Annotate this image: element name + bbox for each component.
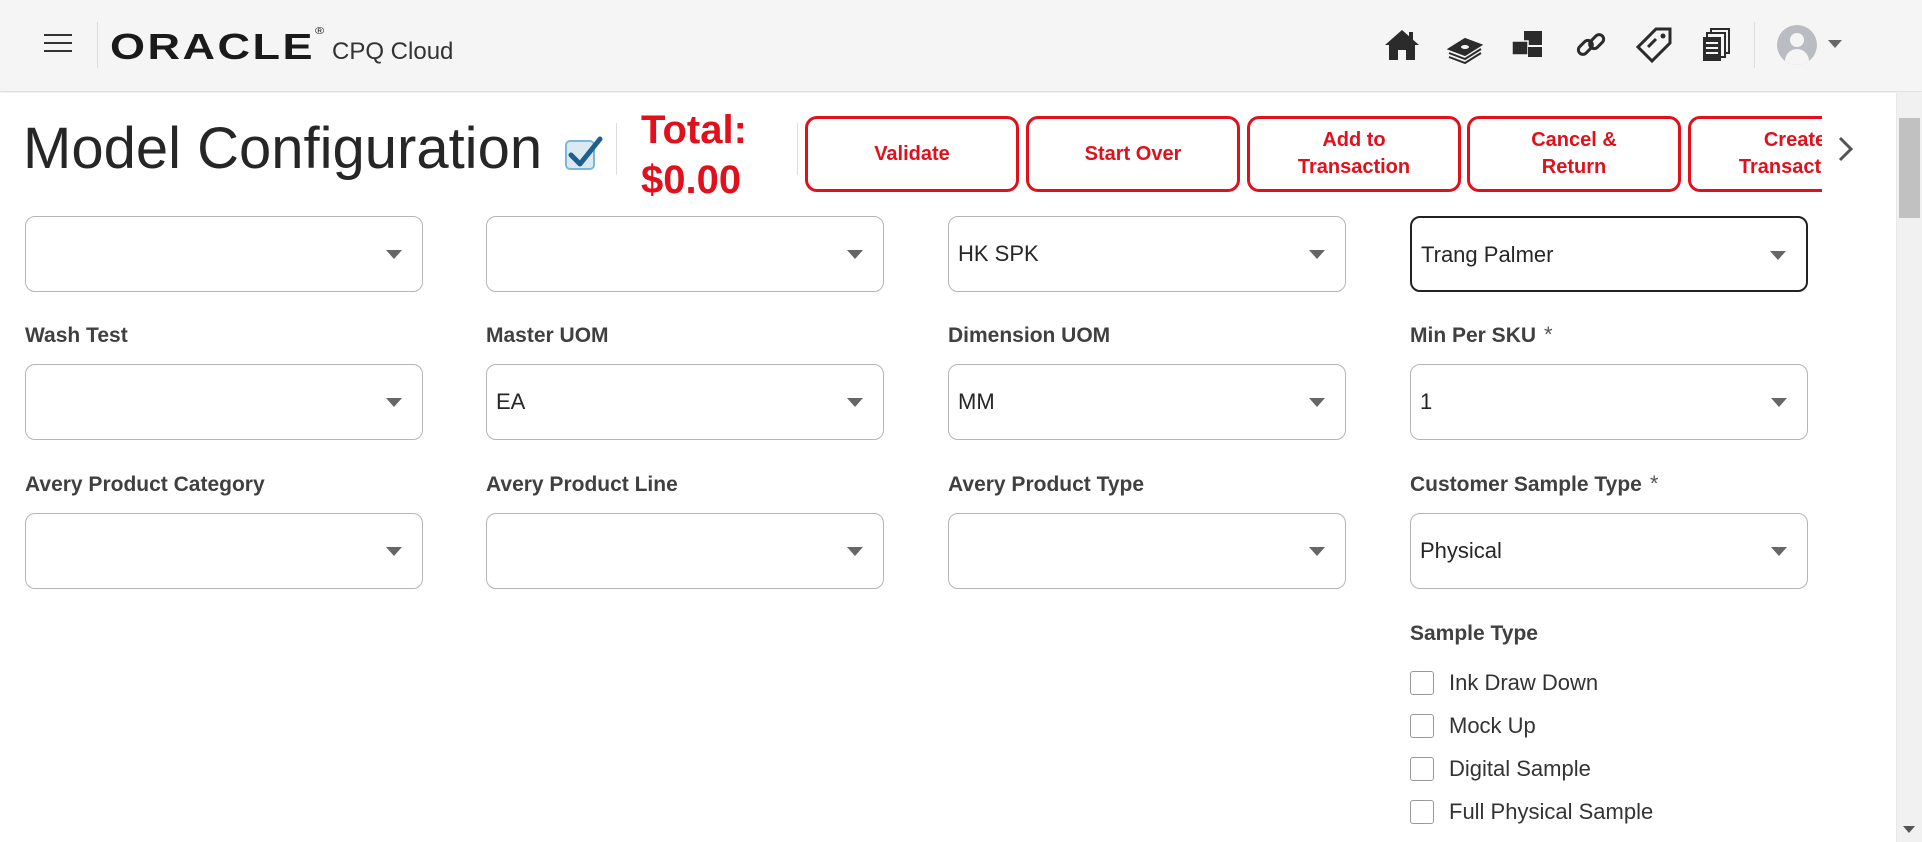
checkbox-mock-up[interactable]: Mock Up [1410,713,1536,739]
avery-product-type-label: Avery Product Type [948,473,1145,496]
select-field[interactable] [486,216,884,292]
chevron-down-icon [1309,250,1325,259]
documents-icon[interactable] [1685,20,1748,70]
hamburger-menu-icon[interactable] [44,34,72,54]
select-value: 1 [1420,389,1433,414]
total-label: Total: [641,108,747,152]
scrollbar-thumb[interactable] [1899,118,1920,218]
sample-type-label: Sample Type [1410,622,1538,645]
customer-sample-type-label: Customer Sample Type * [1410,471,1659,496]
avery-product-category-select[interactable] [25,513,423,589]
chevron-down-icon [1309,398,1325,407]
divider [797,123,798,175]
required-marker: * [1649,471,1659,496]
avery-product-category-label: Avery Product Category [25,473,265,496]
select-value: Physical [1420,538,1502,563]
chevron-down-icon [386,250,402,259]
chevron-right-icon[interactable] [1836,135,1856,163]
add-to-transaction-button[interactable]: Add to Transaction [1247,116,1461,192]
avery-product-type-select[interactable] [948,513,1346,589]
chevron-down-icon [847,547,863,556]
money-icon[interactable] [1433,20,1496,70]
total-display: Total: $0.00 [641,105,747,205]
title-row: Model Configuration Total: $0.00 Validat… [0,93,1922,205]
divider [97,22,98,68]
chevron-down-icon [1770,251,1786,260]
select-value: HK SPK [958,241,1039,266]
oracle-logo: ORACLE® [110,26,327,67]
home-icon[interactable] [1370,20,1433,70]
top-bar: ORACLE® CPQ Cloud [0,0,1922,92]
validate-button[interactable]: Validate [805,116,1019,192]
dimension-uom-select[interactable]: MM [948,364,1346,440]
products-icon[interactable] [1496,20,1559,70]
wash-test-label: Wash Test [25,324,128,347]
wash-test-select[interactable] [25,364,423,440]
total-value: $0.00 [641,158,742,202]
select-field-focused[interactable]: Trang Palmer [1410,216,1808,292]
chevron-down-icon [386,398,402,407]
chevron-down-icon [847,250,863,259]
divider [1754,22,1755,68]
chevron-down-icon[interactable] [1828,40,1842,48]
checkbox[interactable] [1410,714,1434,738]
checkbox[interactable] [1410,671,1434,695]
required-marker: * [1544,322,1553,347]
customer-sample-type-select[interactable]: Physical [1410,513,1808,589]
checkbox-full-physical-sample[interactable]: Full Physical Sample [1410,799,1653,825]
select-value: MM [958,389,995,414]
cancel-return-button[interactable]: Cancel & Return [1467,116,1681,192]
toolbar-icons [1370,20,1748,70]
tag-icon[interactable] [1622,20,1685,70]
avery-product-line-select[interactable] [486,513,884,589]
chevron-down-icon [847,398,863,407]
scroll-down-arrow-icon[interactable] [1903,826,1915,833]
checkbox[interactable] [1410,757,1434,781]
divider [616,123,617,175]
select-field[interactable]: HK SPK [948,216,1346,292]
master-uom-label: Master UOM [486,324,609,347]
product-name: CPQ Cloud [332,38,454,65]
page-title: Model Configuration [23,116,543,181]
min-per-sku-select[interactable]: 1 [1410,364,1808,440]
master-uom-select[interactable]: EA [486,364,884,440]
checkbox-ink-draw-down[interactable]: Ink Draw Down [1410,670,1598,696]
select-value: Trang Palmer [1421,242,1554,267]
checkbox-digital-sample[interactable]: Digital Sample [1410,756,1591,782]
chevron-down-icon [1309,547,1325,556]
create-transaction-button[interactable]: Create Transaction [1688,116,1822,192]
chevron-down-icon [386,547,402,556]
chevron-down-icon [1771,398,1787,407]
avery-product-line-label: Avery Product Line [486,473,678,496]
user-avatar[interactable] [1777,25,1817,65]
select-field[interactable] [25,216,423,292]
validated-check-icon [565,136,603,170]
dimension-uom-label: Dimension UOM [948,324,1111,347]
link-icon[interactable] [1559,20,1622,70]
chevron-down-icon [1771,547,1787,556]
start-over-button[interactable]: Start Over [1026,116,1240,192]
select-value: EA [496,389,526,414]
min-per-sku-label: Min Per SKU * [1410,322,1553,347]
action-buttons: Validate Start Over Add to Transaction C… [805,93,1822,205]
checkbox[interactable] [1410,800,1434,824]
